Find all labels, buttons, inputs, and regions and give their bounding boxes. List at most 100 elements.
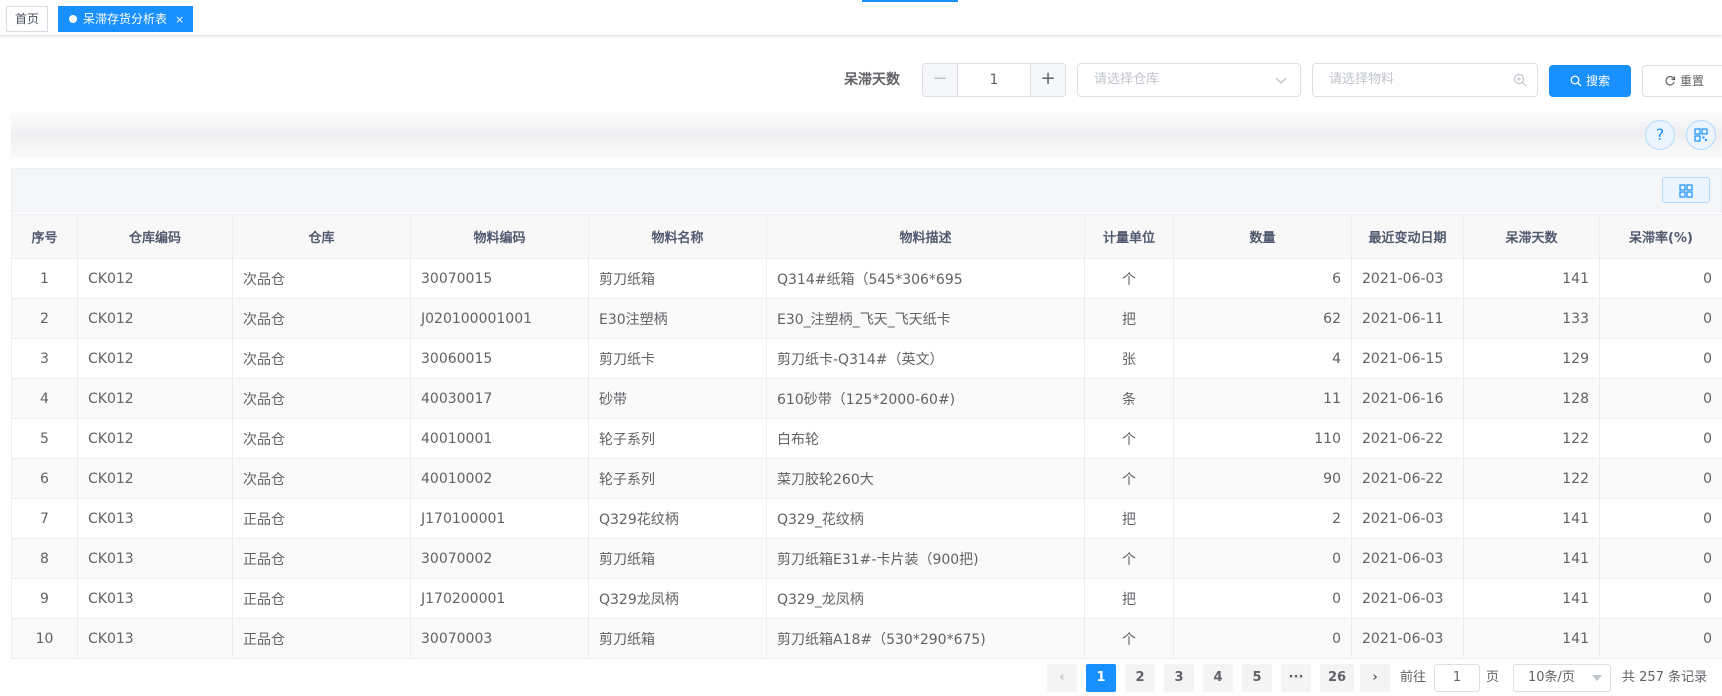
search-button[interactable]: 搜索 [1549,65,1631,97]
cell-warehouse-code: CK012 [77,458,233,499]
reset-button[interactable]: 重置 [1642,65,1722,97]
table-row[interactable]: 2 CK012 次品仓 J020100001001 E30注塑柄 E30_注塑柄_飞天_飞… [11,298,1722,339]
column-settings-button[interactable] [1662,177,1710,203]
tab-home-label: 首页 [15,12,40,26]
cell-last-change-date: 2021-06-03 [1351,538,1464,579]
table-row[interactable]: 1 CK012 次品仓 30070015 剪刀纸箱 Q314#纸箱（545*306*695… [11,258,1722,299]
header-col-material-desc: 物料描述 [766,214,1085,259]
goto-page-input[interactable]: 1 [1434,664,1480,692]
page-3-button[interactable]: 3 [1164,664,1194,692]
tab-home[interactable]: 首页 [6,6,49,32]
cell-stagnant-rate: 0 [1599,298,1722,339]
cell-material-code: 40010002 [410,458,589,499]
cell-material-name: 轮子系列 [588,418,767,459]
cell-stagnant-rate: 0 [1599,498,1722,539]
prev-page-button[interactable]: ‹ [1047,664,1077,692]
cell-quantity: 110 [1173,418,1352,459]
cell-index: 2 [11,298,78,339]
page-26-button[interactable]: 26 [1320,664,1354,692]
next-page-button[interactable]: › [1360,664,1390,692]
cell-material-name: 剪刀纸卡 [588,338,767,379]
cell-unit: 把 [1084,578,1174,619]
cell-material-name: 剪刀纸箱 [588,258,767,299]
total-records: 共 257 条记录 [1622,670,1708,685]
table-row[interactable]: 7 CK013 正品仓 J170100001 Q329花纹柄 Q329_花纹柄把 2 2021… [11,498,1722,539]
header-col-quantity: 数量 [1173,214,1352,259]
cell-quantity: 4 [1173,338,1352,379]
page-size-value: 10条/页 [1528,670,1575,685]
header-col-stagnant-rate: 呆滞率(%) [1599,214,1722,259]
cell-warehouse-code: CK013 [77,498,233,539]
cell-index: 1 [11,258,78,299]
cell-material-code: 30070015 [410,258,589,299]
qr-button[interactable] [1686,120,1716,150]
cell-material-desc: 剪刀纸卡-Q314#（英文） [766,338,1085,379]
stagnant-days-stepper[interactable]: − 1 + [922,63,1066,97]
cell-warehouse: 次品仓 [232,338,411,379]
cell-material-name: Q329龙凤柄 [588,578,767,619]
cell-material-name: 剪刀纸箱 [588,538,767,579]
table-row[interactable]: 9 CK013 正品仓 J170200001 Q329龙凤柄 Q329_龙凤柄把 0 2021… [11,578,1722,619]
chevron-down-icon [1275,77,1287,84]
cell-material-code: J170200001 [410,578,589,619]
cell-last-change-date: 2021-06-15 [1351,338,1464,379]
cell-unit: 把 [1084,498,1174,539]
table-row[interactable]: 4 CK012 次品仓 40030017 砂带 610砂带（125*2000-60#) 条 1… [11,378,1722,419]
cell-unit: 把 [1084,298,1174,339]
table-row[interactable]: 3 CK012 次品仓 30060015 剪刀纸卡 剪刀纸卡-Q314#（英文）张 4 202… [11,338,1722,379]
cell-unit: 条 [1084,378,1174,419]
cell-index: 9 [11,578,78,619]
grid-icon [1679,184,1693,198]
cell-material-desc: Q329_龙凤柄 [766,578,1085,619]
table-row[interactable]: 5 CK012 次品仓 40010001 轮子系列 白布轮个 110 2021-06-22 12… [11,418,1722,459]
page-2-button[interactable]: 2 [1125,664,1155,692]
cell-stagnant-days: 141 [1463,578,1600,619]
page-size-select[interactable]: 10条/页 [1513,664,1611,692]
cell-material-code: J170100001 [410,498,589,539]
cell-stagnant-rate: 0 [1599,378,1722,419]
table-row[interactable]: 8 CK013 正品仓 30070002 剪刀纸箱 剪刀纸箱E31#-卡片装（900把) 个… [11,538,1722,579]
table-body: 1 CK012 次品仓 30070015 剪刀纸箱 Q314#纸箱（545*306*695… [11,258,1722,659]
cell-material-name: E30注塑柄 [588,298,767,339]
header-col-index: 序号 [11,214,78,259]
page-4-button[interactable]: 4 [1203,664,1233,692]
cell-stagnant-rate: 0 [1599,458,1722,499]
cell-stagnant-days: 141 [1463,538,1600,579]
more-pages-button[interactable]: ··· [1281,664,1311,692]
material-input[interactable]: 请选择物料 [1312,63,1538,97]
cell-warehouse: 次品仓 [232,458,411,499]
cell-stagnant-rate: 0 [1599,538,1722,579]
decrease-button[interactable]: − [923,64,958,96]
page-5-button[interactable]: 5 [1242,664,1272,692]
cell-warehouse: 正品仓 [232,498,411,539]
stagnant-days-input[interactable]: 1 [959,64,1029,96]
cell-index: 6 [11,458,78,499]
tab-stagnant-inventory[interactable]: 呆滞存货分析表 × [58,6,194,32]
increase-button[interactable]: + [1030,64,1065,96]
cell-warehouse-code: CK012 [77,298,233,339]
cell-material-desc: 610砂带（125*2000-60#) [766,378,1085,419]
header-col-warehouse-code: 仓库编码 [77,214,233,259]
help-button[interactable]: ? [1645,120,1675,150]
warehouse-select[interactable]: 请选择仓库 [1077,63,1301,97]
table-row[interactable]: 6 CK012 次品仓 40010002 轮子系列 菜刀胶轮260大个 90 2021-06-… [11,458,1722,499]
table-row[interactable]: 10 CK013 正品仓 30070003 剪刀纸箱 剪刀纸箱A18#（530*290*6… [11,618,1722,659]
cell-warehouse: 正品仓 [232,538,411,579]
cell-quantity: 0 [1173,618,1352,659]
cell-stagnant-days: 122 [1463,458,1600,499]
cell-unit: 个 [1084,458,1174,499]
inventory-table: 序号 仓库编码 仓库 物料编码 物料名称 物料描述 计量单位 数量 最近变动日期 呆滞天数 呆滞率(… [11,214,1722,659]
zoom-search-icon[interactable] [1513,73,1527,87]
cell-last-change-date: 2021-06-11 [1351,298,1464,339]
stagnant-days-label: 呆滞天数 [844,72,900,88]
cell-warehouse-code: CK012 [77,338,233,379]
cell-quantity: 2 [1173,498,1352,539]
tab-close-icon[interactable]: × [175,8,184,32]
page-1-button[interactable]: 1 [1086,664,1116,692]
tab-active-label: 呆滞存货分析表 [83,12,168,26]
header-col-last-change-date: 最近变动日期 [1351,214,1464,259]
caret-down-icon [1592,675,1602,681]
cell-last-change-date: 2021-06-22 [1351,458,1464,499]
cell-material-code: 30070003 [410,618,589,659]
cell-stagnant-rate: 0 [1599,418,1722,459]
